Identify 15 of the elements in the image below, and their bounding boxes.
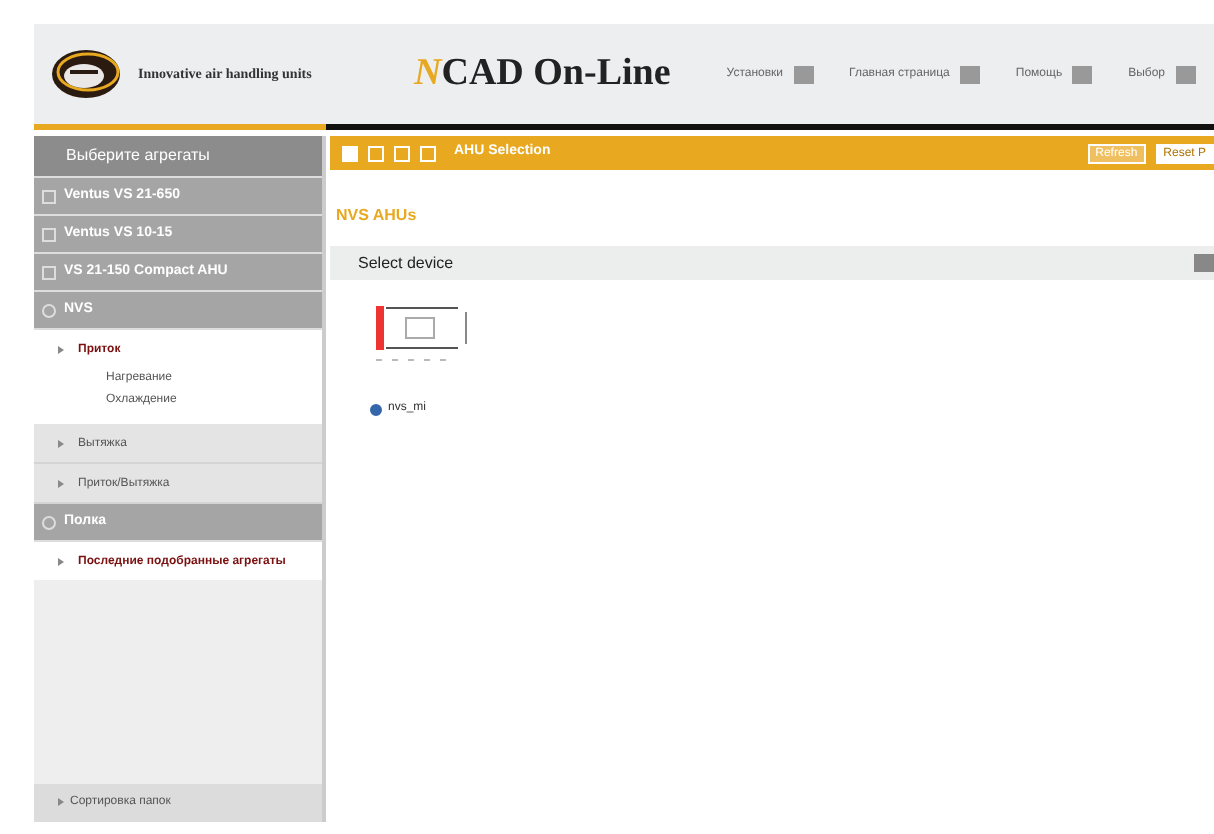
logo-icon	[50, 48, 122, 100]
app-title: NCAD On-Line	[414, 49, 671, 98]
section-title: NVS AHUs	[336, 204, 419, 228]
bullet-icon	[58, 798, 64, 807]
link-icon	[1072, 65, 1093, 83]
link-icon	[1175, 65, 1196, 83]
bullet-icon	[58, 558, 64, 566]
sidebar-title: Выберите агрегаты	[34, 136, 322, 178]
panel-title: Select device	[358, 251, 454, 275]
bullet-icon	[58, 346, 64, 354]
link-icon	[959, 65, 980, 83]
bullet-icon	[58, 480, 64, 488]
radio-button[interactable]	[370, 403, 382, 415]
link-icon	[793, 65, 814, 83]
bullet-icon	[58, 440, 64, 448]
